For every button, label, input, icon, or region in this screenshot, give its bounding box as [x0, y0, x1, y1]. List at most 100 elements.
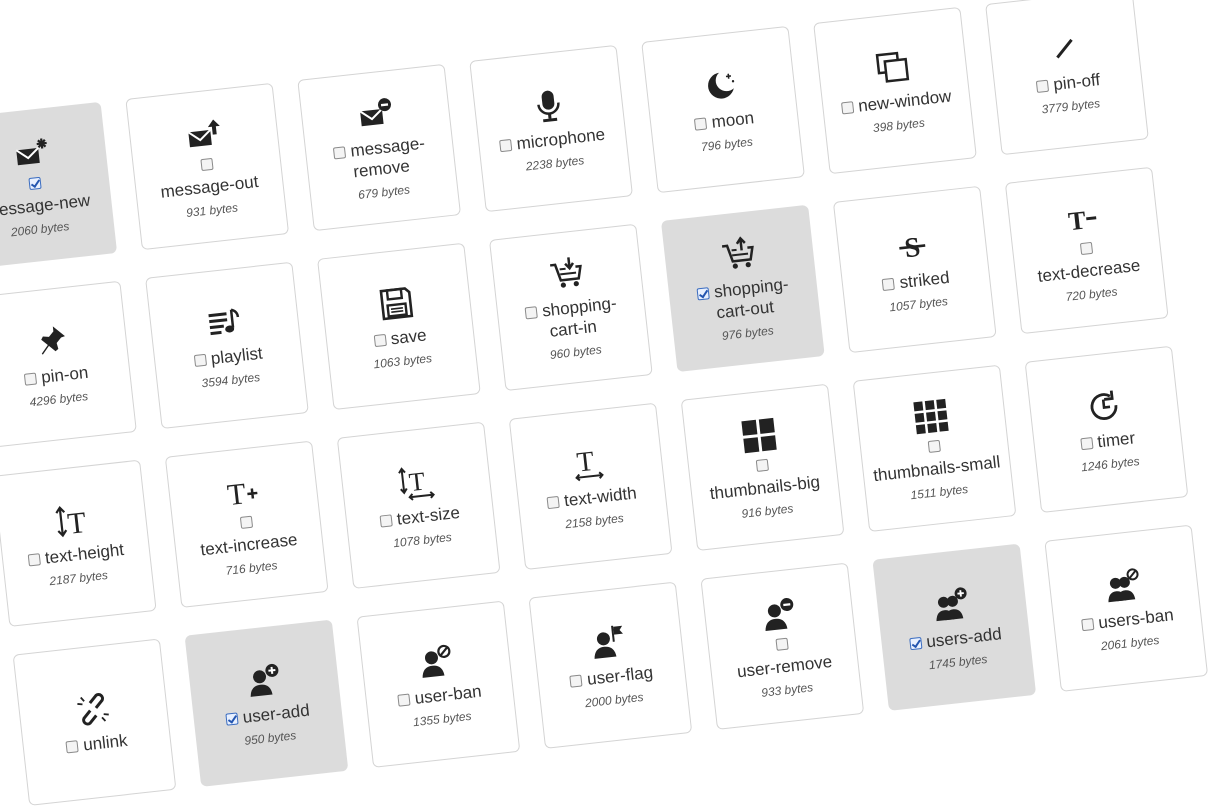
icon-card-unlink[interactable]: unlink — [12, 638, 177, 806]
message-new-checkbox[interactable] — [28, 176, 42, 190]
microphone-checkbox[interactable] — [499, 138, 513, 152]
icon-card-user-flag[interactable]: user-flag 2000 bytes — [528, 581, 693, 749]
icon-card-body: playlist 3594 bytes — [152, 263, 302, 427]
save-checkbox[interactable] — [373, 333, 387, 347]
striked-checkbox[interactable] — [882, 277, 896, 291]
icon-name-label: message-new — [0, 190, 92, 221]
icon-card-text-height[interactable]: Ttext-height 2187 bytes — [0, 459, 157, 627]
timer-checkbox[interactable] — [1079, 436, 1094, 450]
icon-card-body: message-out 931 bytes — [132, 85, 282, 249]
icon-name-label: new-window — [857, 85, 953, 116]
svg-text:T: T — [66, 506, 88, 540]
icon-card-playlist[interactable]: playlist 3594 bytes — [145, 261, 309, 430]
pin-on-checkbox[interactable] — [23, 372, 37, 386]
icon-card-moon[interactable]: moon 796 bytes — [641, 25, 805, 194]
text-decrease-checkbox[interactable] — [1079, 241, 1094, 255]
icon-name-label: cart-in — [548, 316, 598, 341]
new-window-checkbox[interactable] — [840, 100, 854, 114]
users-add-checkbox[interactable] — [908, 636, 923, 650]
text-width-checkbox[interactable] — [546, 495, 560, 509]
thumbnails-big-checkbox[interactable] — [755, 458, 769, 472]
icon-card-user-ban[interactable]: user-ban 1355 bytes — [356, 600, 521, 768]
icon-card-body: Ttext-height 2187 bytes — [0, 461, 150, 625]
icon-name-label: thumbnails-big — [708, 471, 821, 503]
icon-card-thumbnails-big[interactable]: thumbnails-big 916 bytes — [680, 383, 845, 552]
icon-card-timer[interactable]: timer 1246 bytes — [1024, 345, 1189, 514]
file-size-label: 1246 bytes — [1080, 453, 1141, 474]
icon-card-thumbnails-small[interactable]: thumbnails-small 1511 bytes — [852, 364, 1017, 533]
icon-card-message-new[interactable]: message-new 2060 bytes — [0, 101, 118, 270]
icon-name-label: microphone — [515, 124, 606, 153]
shopping-cart-in-icon — [547, 254, 587, 294]
icon-card-user-remove[interactable]: user-remove 933 bytes — [700, 562, 865, 730]
icon-card-new-window[interactable]: new-window 398 bytes — [813, 6, 977, 175]
icon-card-microphone[interactable]: microphone 2238 bytes — [469, 44, 634, 213]
icon-card-text-width[interactable]: Ttext-width 2158 bytes — [508, 402, 673, 570]
message-out-icon — [184, 114, 224, 154]
icon-card-body: timer 1246 bytes — [1032, 347, 1182, 511]
icon-name-label: moon — [710, 107, 755, 132]
file-size-label: 931 bytes — [185, 199, 239, 220]
icon-card-text-size[interactable]: Ttext-size 1078 bytes — [336, 421, 501, 589]
icon-name-label: users-ban — [1097, 604, 1175, 632]
icon-card-body: pin-on 4296 bytes — [0, 282, 130, 446]
icon-card-user-add[interactable]: user-add 950 bytes — [184, 619, 349, 787]
svg-text:T: T — [226, 477, 248, 512]
icon-card-shopping-cart-out[interactable]: shopping-cart-out 976 bytes — [660, 204, 825, 373]
user-remove-checkbox[interactable] — [775, 637, 789, 651]
icon-card-message-out[interactable]: message-out 931 bytes — [125, 82, 290, 251]
icon-card-message-remove[interactable]: message-remove 679 bytes — [297, 63, 462, 232]
message-remove-checkbox[interactable] — [333, 146, 347, 160]
svg-text:T: T — [1067, 205, 1087, 236]
icon-name-label: text-size — [395, 502, 461, 529]
user-flag-checkbox[interactable] — [569, 673, 583, 688]
icon-card-body: user-flag 2000 bytes — [536, 583, 686, 747]
icon-card-body: message-new 2060 bytes — [0, 104, 110, 268]
playlist-checkbox[interactable] — [193, 353, 207, 367]
user-add-checkbox[interactable] — [225, 711, 239, 726]
text-increase-checkbox[interactable] — [239, 515, 254, 529]
text-height-checkbox[interactable] — [27, 552, 41, 566]
users-ban-checkbox[interactable] — [1080, 617, 1095, 631]
icon-card-shopping-cart-in[interactable]: shopping-cart-in 960 bytes — [488, 223, 653, 392]
icon-name-label: user-remove — [736, 651, 833, 681]
thumbnails-big-icon — [739, 415, 779, 455]
icon-card-pin-off[interactable]: pin-off 3779 bytes — [985, 0, 1149, 156]
file-size-label: 4296 bytes — [28, 388, 89, 409]
shopping-cart-out-checkbox[interactable] — [696, 287, 710, 301]
unlink-checkbox[interactable] — [65, 739, 79, 753]
icon-name-label: unlink — [82, 730, 129, 755]
icon-name-label: save — [389, 324, 428, 348]
icon-card-body: Ttext-increase 716 bytes — [172, 442, 322, 606]
pin-off-checkbox[interactable] — [1035, 79, 1050, 93]
icon-card-body: Sstriked1057 bytes — [840, 188, 990, 352]
timer-icon — [1084, 386, 1124, 426]
icon-card-body: thumbnails-big 916 bytes — [688, 385, 838, 549]
icon-card-users-ban[interactable]: users-ban 2061 bytes — [1044, 524, 1209, 692]
icon-card-text-increase[interactable]: Ttext-increase 716 bytes — [164, 440, 329, 608]
moon-checkbox[interactable] — [694, 116, 708, 131]
icon-name-label: user-add — [241, 700, 311, 727]
icon-card-striked[interactable]: Sstriked1057 bytes — [832, 185, 997, 354]
shopping-cart-in-checkbox[interactable] — [524, 306, 538, 320]
icon-card-body: Ttext-decrease 720 bytes — [1012, 169, 1162, 333]
file-size-label: 2238 bytes — [524, 152, 585, 173]
icon-name-label: playlist — [209, 343, 264, 368]
message-out-checkbox[interactable] — [200, 157, 214, 171]
thumbnails-small-checkbox[interactable] — [927, 439, 941, 453]
icon-card-pin-on[interactable]: pin-on 4296 bytes — [0, 280, 137, 449]
text-size-checkbox[interactable] — [379, 513, 393, 528]
file-size-label: 1063 bytes — [372, 350, 433, 371]
icon-card-text-decrease[interactable]: Ttext-decrease 720 bytes — [1004, 166, 1169, 335]
file-size-label: 796 bytes — [700, 133, 754, 154]
icon-card-body: Ttext-width 2158 bytes — [516, 404, 666, 568]
file-size-label: 2000 bytes — [584, 689, 645, 710]
user-ban-checkbox[interactable] — [397, 692, 411, 707]
icon-name-label: user-flag — [586, 662, 654, 689]
icon-card-save[interactable]: save 1063 bytes — [317, 242, 481, 411]
text-decrease-icon: T — [1063, 198, 1103, 238]
file-size-label: 2187 bytes — [48, 567, 109, 588]
file-size-label: 2158 bytes — [564, 510, 625, 531]
icon-name-label: text-width — [563, 482, 638, 510]
icon-card-users-add[interactable]: users-add 1745 bytes — [872, 543, 1037, 711]
